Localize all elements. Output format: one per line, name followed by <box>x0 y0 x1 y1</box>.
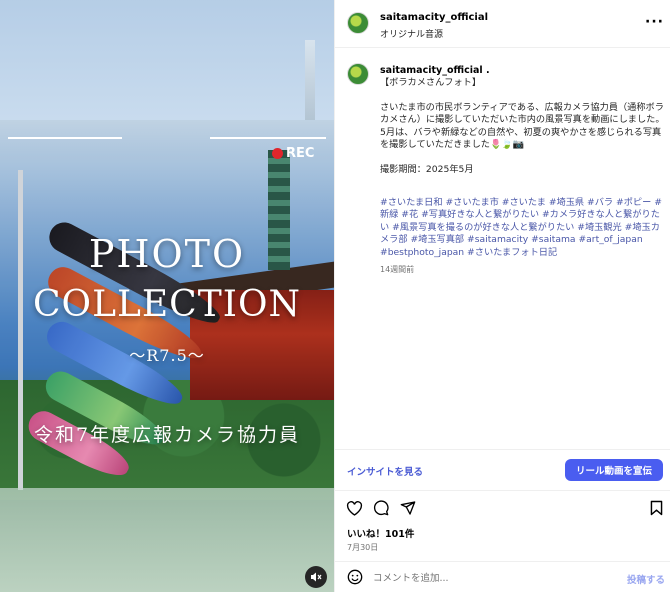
decor-line-right <box>210 137 326 139</box>
title-subtitle: ～R7.5～ <box>129 346 205 365</box>
sky-area <box>0 0 334 120</box>
insight-bar: インサイトを見る リール動画を宣伝 <box>335 449 670 489</box>
caption-time: 14週間前 <box>380 265 415 274</box>
promote-reel-button[interactable]: リール動画を宣伝 <box>565 459 663 481</box>
caption-hashtags[interactable]: #さいたま日和 #さいたま市 #さいたま #埼玉県 #バラ #ポピー #新緑 #… <box>380 197 665 259</box>
likes-count[interactable]: いいね！101件 <box>347 526 414 540</box>
emoji-icon[interactable] <box>347 569 363 585</box>
video-caption: 令和7年度広報カメラ協力員 <box>33 424 301 446</box>
view-insights-link[interactable]: インサイトを見る <box>347 464 423 478</box>
rec-indicator: REC <box>272 146 314 161</box>
caption-area: saitamacity_official . 【ボラカメさんフォト】 さいたま市… <box>335 49 670 449</box>
audio-link[interactable]: オリジナル音源 <box>380 27 443 40</box>
tower-spire <box>305 40 315 120</box>
more-options-icon[interactable]: ··· <box>645 14 664 30</box>
caption-username[interactable]: saitamacity_official . <box>380 65 490 76</box>
share-send-icon[interactable] <box>399 499 417 517</box>
post-date: 7月30日 <box>347 543 379 552</box>
decor-line-left <box>8 137 122 139</box>
header-username[interactable]: saitamacity_official <box>380 12 488 23</box>
caption-text: 【ボラカメさんフォト】 さいたま市の市民ボランティアである、広報カメラ協力員（通… <box>380 77 665 175</box>
bottom-fade <box>0 488 334 592</box>
post-comment-button[interactable]: 投稿する <box>627 572 665 586</box>
post-header: saitamacity_official オリジナル音源 ··· <box>335 0 670 48</box>
action-bar: いいね！101件 7月30日 <box>335 490 670 560</box>
post-details-panel: saitamacity_official オリジナル音源 ··· saitama… <box>334 0 670 592</box>
rec-label: REC <box>286 146 315 161</box>
comment-bar: 投稿する <box>335 561 670 592</box>
title-collection: COLLECTION <box>33 284 301 325</box>
like-heart-icon[interactable] <box>345 499 363 517</box>
mute-button[interactable] <box>305 566 327 588</box>
title-photo: PHOTO <box>88 232 246 276</box>
caption-avatar[interactable] <box>347 63 369 85</box>
speaker-muted-icon <box>311 572 322 582</box>
comment-input[interactable] <box>373 568 613 588</box>
avatar[interactable] <box>347 12 369 34</box>
reel-video[interactable]: REC PHOTO COLLECTION ～R7.5～ 令和7年度広報カメラ協力… <box>0 0 334 592</box>
save-bookmark-icon[interactable] <box>647 499 665 517</box>
comment-bubble-icon[interactable] <box>372 499 390 517</box>
rec-dot-icon <box>272 148 283 159</box>
